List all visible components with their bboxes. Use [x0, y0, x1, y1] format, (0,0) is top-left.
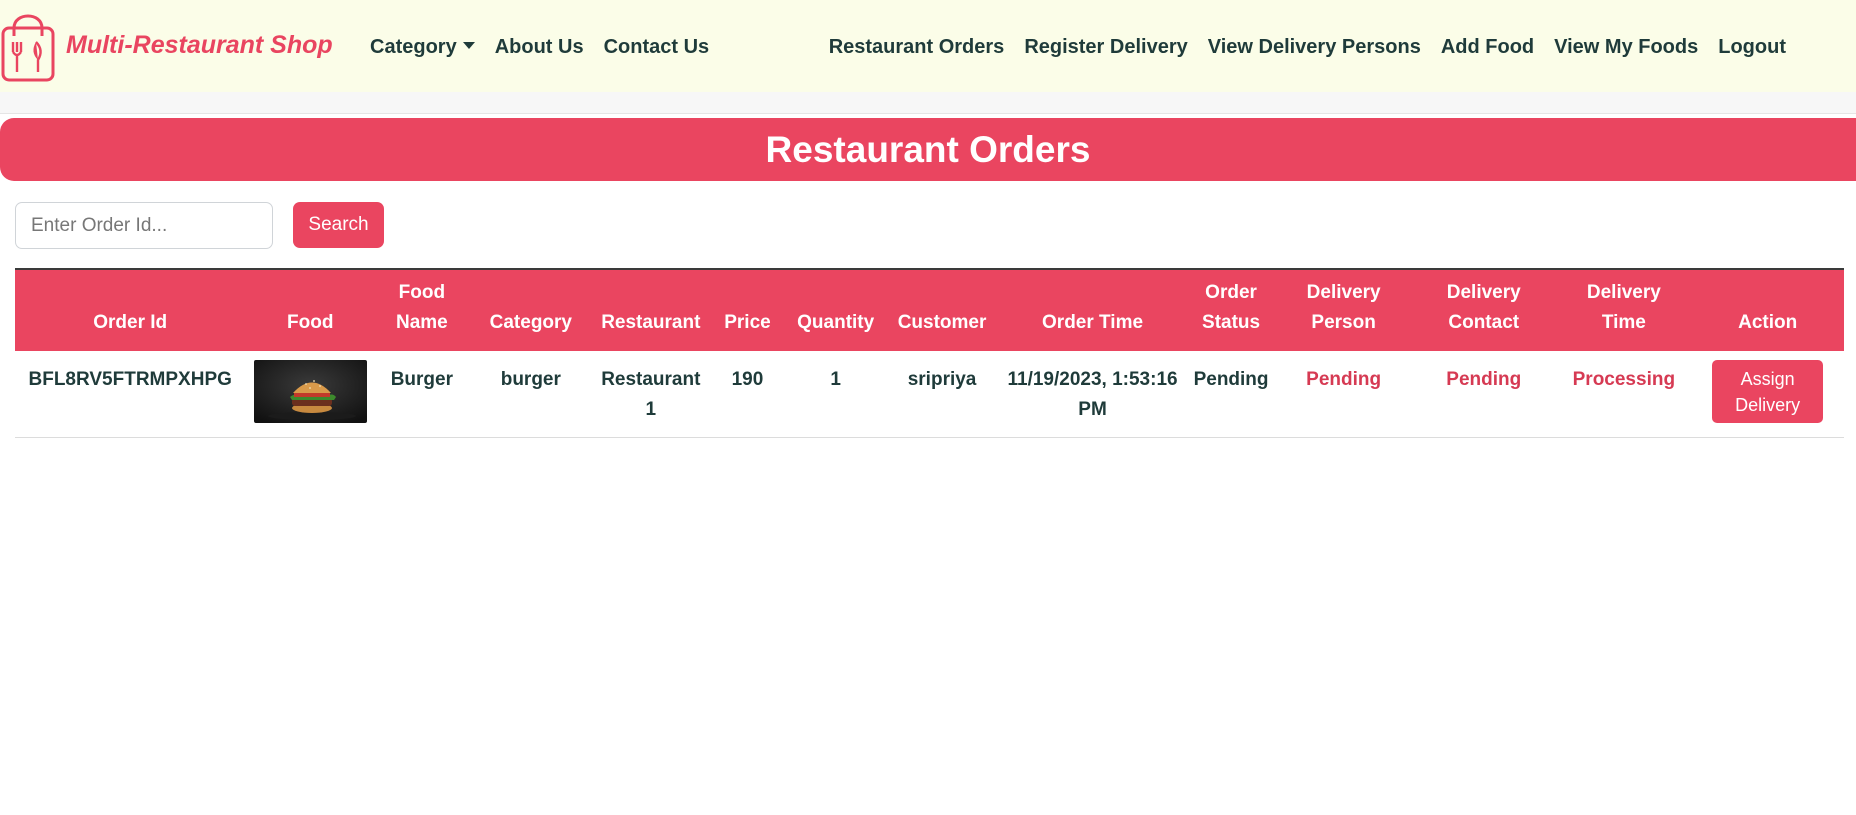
header-order-id: Order Id: [15, 268, 246, 351]
nav-divider: [0, 92, 1856, 114]
nav-view-my-foods[interactable]: View My Foods: [1544, 36, 1708, 59]
header-category: Category: [468, 268, 594, 351]
nav-register-delivery[interactable]: Register Delivery: [1014, 36, 1197, 59]
orders-table: Order Id Food Food Name Category Restaura…: [15, 268, 1844, 438]
header-delivery-person: Delivery Person: [1276, 268, 1412, 351]
brand-link[interactable]: Multi-Restaurant Shop: [0, 6, 333, 84]
table-header-row: Order Id Food Food Name Category Restaura…: [15, 268, 1844, 351]
order-id-search-input[interactable]: [15, 202, 273, 249]
page-title: Restaurant Orders: [765, 128, 1091, 170]
header-order-time: Order Time: [999, 268, 1186, 351]
brand-name: Multi-Restaurant Shop: [66, 30, 333, 59]
cell-action: Assign Delivery: [1691, 351, 1844, 437]
nav-about-us[interactable]: About Us: [485, 36, 594, 59]
cell-price: 190: [731, 369, 764, 390]
table-row: BFL8RV5FTRMPXHPG Burger burger Restauran…: [15, 351, 1844, 437]
header-restaurant: Restaurant: [593, 268, 709, 351]
cell-delivery-time: Processing: [1572, 369, 1676, 390]
header-food-name: Food Name: [375, 268, 469, 351]
cell-order-id: BFL8RV5FTRMPXHPG: [28, 369, 232, 390]
cell-quantity: 1: [830, 369, 841, 390]
navbar: Multi-Restaurant Shop Category About Us …: [0, 0, 1856, 92]
nav-right: Restaurant Orders Register Delivery View…: [819, 0, 1796, 94]
cell-delivery-contact: Pending: [1446, 369, 1522, 390]
cell-customer: sripriya: [907, 369, 977, 390]
nav-logout[interactable]: Logout: [1708, 36, 1796, 59]
nav-category-dropdown[interactable]: Category: [360, 36, 485, 59]
nav-left: Category About Us Contact Us: [360, 0, 719, 94]
header-quantity: Quantity: [786, 268, 885, 351]
cell-delivery-person: Pending: [1306, 369, 1382, 390]
header-delivery-time: Delivery Time: [1556, 268, 1692, 351]
assign-delivery-button[interactable]: Assign Delivery: [1712, 360, 1824, 423]
cell-food: [245, 351, 375, 437]
header-action: Action: [1691, 268, 1844, 351]
nav-category-label: Category: [370, 35, 457, 58]
header-price: Price: [708, 268, 787, 351]
nav-restaurant-orders[interactable]: Restaurant Orders: [819, 36, 1015, 59]
header-delivery-contact: Delivery Contact: [1411, 268, 1557, 351]
search-button[interactable]: Search: [293, 202, 384, 248]
cell-restaurant: Restaurant 1: [601, 369, 701, 420]
shopping-bag-fork-knife-icon: [1, 14, 55, 82]
cell-category: burger: [500, 369, 561, 390]
burger-image: [253, 360, 367, 423]
cell-order-time: 11/19/2023, 1:53:16 PM: [1007, 369, 1178, 420]
page-header: Restaurant Orders: [0, 118, 1856, 181]
header-food: Food: [245, 268, 376, 351]
nav-view-delivery-persons[interactable]: View Delivery Persons: [1198, 36, 1431, 59]
header-order-status: Order Status: [1185, 268, 1277, 351]
nav-contact-us[interactable]: Contact Us: [594, 36, 720, 59]
header-customer: Customer: [884, 268, 1000, 351]
cell-food-name: Burger: [390, 369, 453, 390]
caret-down-icon: [462, 41, 475, 49]
cell-order-status: Pending: [1193, 369, 1269, 390]
nav-add-food[interactable]: Add Food: [1431, 36, 1544, 59]
